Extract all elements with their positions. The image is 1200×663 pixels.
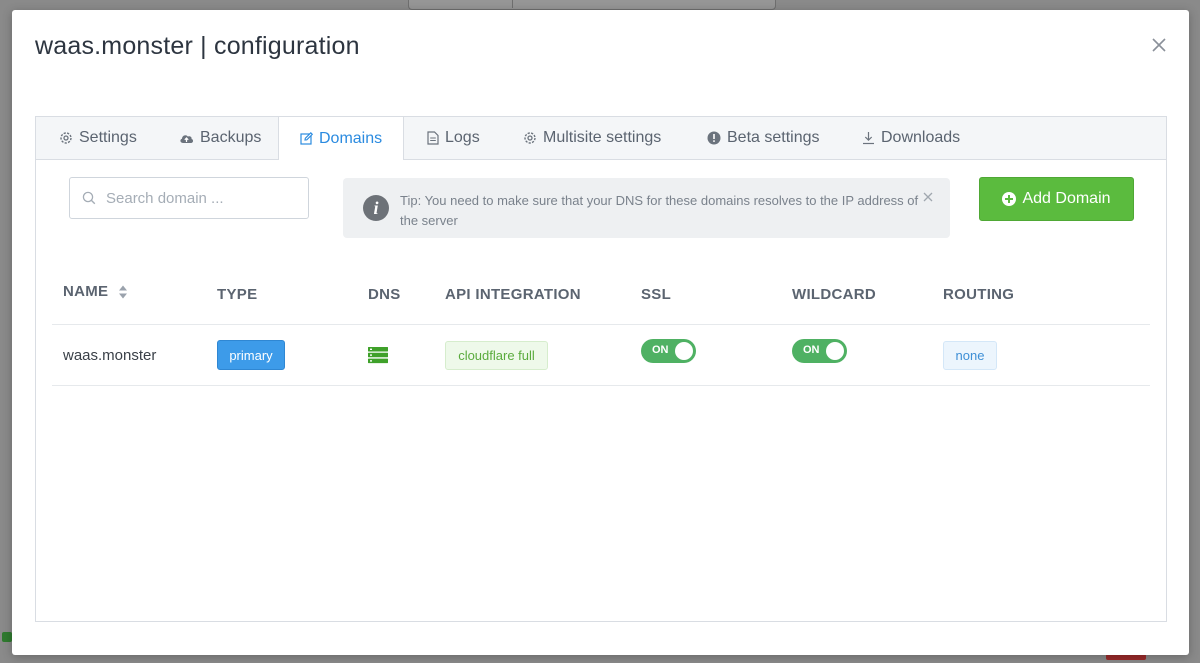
server-icon	[368, 347, 388, 364]
ssl-toggle[interactable]: ON	[641, 339, 696, 363]
tab-domains[interactable]: Domains	[278, 117, 405, 160]
type-badge: primary	[217, 340, 285, 370]
gear-icon	[60, 132, 72, 144]
background-divider	[512, 0, 513, 8]
column-header-dns: DNS	[368, 286, 401, 303]
search-icon	[82, 191, 96, 205]
tab-label: Backups	[200, 129, 262, 146]
routing-badge: none	[943, 341, 997, 370]
sort-icon[interactable]	[118, 284, 128, 300]
toggle-knob	[826, 342, 844, 360]
tab-downloads[interactable]: Downloads	[862, 117, 960, 159]
gear-icon	[524, 132, 536, 144]
tab-backups[interactable]: Backups	[179, 117, 261, 159]
column-header-name[interactable]: NAME	[63, 283, 108, 300]
wildcard-toggle-label: ON	[803, 344, 820, 356]
file-icon	[427, 131, 439, 145]
api-integration-badge: cloudflare full	[445, 341, 548, 370]
tab-bar: Settings Backups Domains Logs Multisite …	[36, 117, 1166, 160]
tab-label: Settings	[79, 129, 137, 146]
tip-text: Tip: You need to make sure that your DNS…	[400, 193, 919, 228]
ssl-toggle-label: ON	[652, 344, 669, 356]
column-header-routing: ROUTING	[943, 286, 1015, 303]
tab-beta-settings[interactable]: Beta settings	[707, 117, 820, 159]
tab-label: Logs	[445, 129, 480, 146]
domain-name: waas.monster	[63, 347, 157, 364]
column-header-ssl: SSL	[641, 286, 672, 303]
search-field[interactable]	[69, 177, 309, 219]
search-input[interactable]	[104, 188, 298, 208]
add-domain-label: Add Domain	[1022, 190, 1111, 207]
toggle-knob	[675, 342, 693, 360]
plus-circle-icon	[1002, 192, 1017, 206]
tab-logs[interactable]: Logs	[427, 117, 480, 159]
tip-box: i Tip: You need to make sure that your D…	[343, 178, 950, 238]
background-checkbox	[2, 632, 12, 642]
column-header-api-integration: API INTEGRATION	[445, 286, 581, 303]
info-icon: i	[363, 195, 389, 221]
column-header-wildcard: WILDCARD	[792, 286, 877, 303]
background-search-box	[408, 0, 776, 10]
add-domain-button[interactable]: Add Domain	[979, 177, 1134, 221]
column-header-type: TYPE	[217, 286, 258, 303]
table-divider	[52, 385, 1150, 386]
tab-label: Multisite settings	[543, 129, 662, 146]
domains-panel: Settings Backups Domains Logs Multisite …	[35, 116, 1167, 622]
cloud-upload-icon	[180, 135, 194, 143]
tip-close-icon[interactable]	[922, 191, 934, 203]
wildcard-toggle[interactable]: ON	[792, 339, 847, 363]
tab-label: Domains	[319, 129, 383, 147]
tab-label: Downloads	[881, 129, 961, 146]
tab-settings[interactable]: Settings	[59, 117, 137, 159]
edit-icon	[300, 132, 313, 145]
modal-title: waas.monster | configuration	[35, 32, 360, 60]
configuration-modal: waas.monster | configuration Settings Ba…	[12, 10, 1189, 655]
exclamation-circle-icon	[707, 131, 721, 145]
download-icon	[863, 132, 874, 145]
table-divider	[52, 324, 1150, 325]
tab-multisite-settings[interactable]: Multisite settings	[523, 117, 661, 159]
tab-label: Beta settings	[727, 129, 820, 146]
close-icon[interactable]	[1150, 36, 1168, 54]
